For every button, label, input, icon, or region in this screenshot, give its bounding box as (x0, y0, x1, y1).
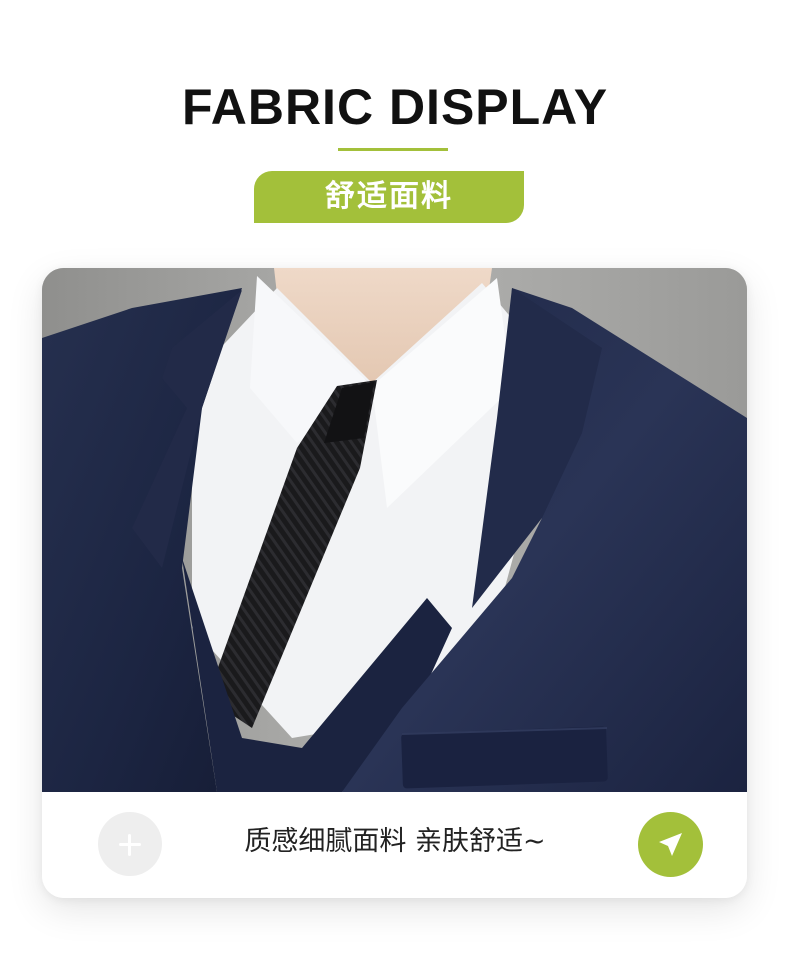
product-photo (42, 268, 747, 792)
plus-icon[interactable] (98, 812, 162, 876)
page-title: FABRIC DISPLAY (181, 79, 609, 135)
send-arrow-icon[interactable] (638, 812, 703, 877)
section-badge: 舒适面料 (254, 171, 524, 223)
send-arrow-glyph (659, 833, 682, 856)
photo-caption: 质感细腻面料 亲肤舒适~ (244, 826, 546, 857)
title-underline (338, 148, 448, 151)
